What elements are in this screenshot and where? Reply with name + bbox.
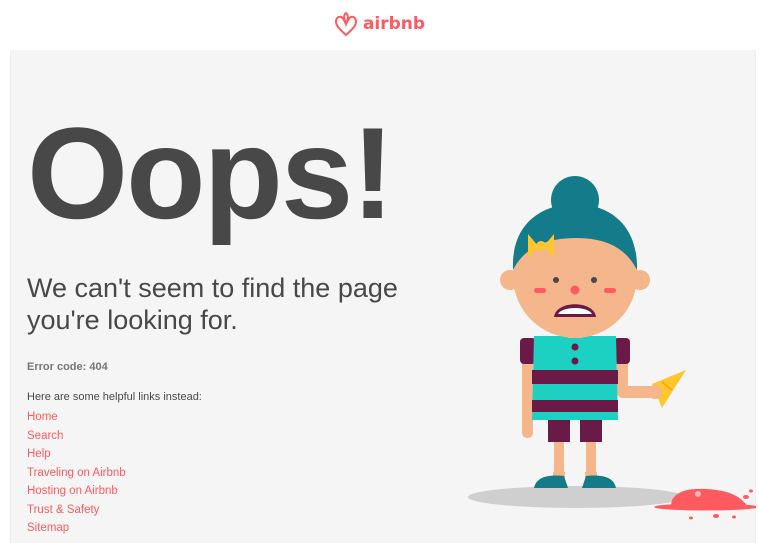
error-code: Error code: 404	[27, 361, 108, 373]
airbnb-logo[interactable]: airbnb	[334, 11, 425, 37]
airbnb-belo-icon	[334, 11, 357, 37]
ground-shadow	[468, 486, 684, 508]
link-trust-safety[interactable]: Trust & Safety	[27, 504, 99, 516]
helpful-links-heading: Here are some helpful links instead:	[27, 391, 202, 403]
error-message: We can't seem to find the page you're lo…	[27, 273, 398, 335]
logo-wordmark: airbnb	[362, 14, 426, 34]
list-item: Home	[27, 407, 126, 426]
link-home[interactable]: Home	[27, 411, 58, 423]
helpful-links-list: Home Search Help Traveling on Airbnb Hos…	[27, 407, 126, 537]
link-search[interactable]: Search	[27, 430, 63, 442]
link-hosting[interactable]: Hosting on Airbnb	[27, 485, 118, 497]
list-item: Help	[27, 444, 126, 463]
list-item: Traveling on Airbnb	[27, 463, 126, 482]
list-item: Trust & Safety	[27, 500, 126, 519]
error-page-body: Oops! We can't seem to find the page you…	[10, 50, 756, 543]
sad-girl-illustration	[468, 176, 756, 520]
link-help[interactable]: Help	[27, 448, 51, 460]
link-sitemap[interactable]: Sitemap	[27, 522, 69, 534]
page-title: Oops!	[27, 100, 395, 246]
link-traveling[interactable]: Traveling on Airbnb	[27, 467, 126, 479]
list-item: Sitemap	[27, 518, 126, 537]
header: airbnb	[0, 0, 759, 48]
list-item: Search	[27, 426, 126, 445]
list-item: Hosting on Airbnb	[27, 481, 126, 500]
